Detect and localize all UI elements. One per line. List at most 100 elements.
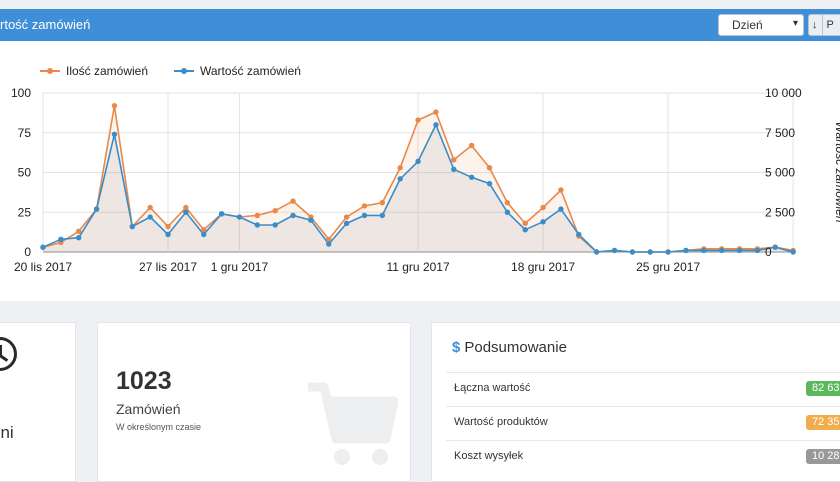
data-point — [111, 131, 118, 138]
data-point — [486, 180, 493, 187]
x-tick-label: 18 gru 2017 — [511, 260, 575, 274]
chart-panel: 0 0 25 2 500 50 5 000 75 7 500 100 10 000 20 lis 2… — [0, 41, 840, 301]
right-tick-label: 0 — [765, 245, 772, 259]
data-point — [576, 231, 582, 238]
data-point — [308, 217, 314, 223]
period-select[interactable]: Dzień ▾ — [718, 14, 804, 36]
data-point — [486, 165, 493, 171]
data-point — [540, 219, 546, 225]
left-tick-label: 0 — [24, 245, 31, 259]
panel-title: rtość zamówień — [0, 17, 91, 32]
data-point — [629, 249, 636, 255]
data-point — [451, 166, 457, 173]
summary-title: $ Podsumowanie — [452, 339, 567, 356]
data-point — [183, 209, 189, 215]
data-point — [718, 247, 725, 254]
summary-row-value: 82 63 — [806, 381, 840, 396]
data-point — [611, 247, 618, 254]
orders-count: 1023 — [116, 367, 172, 395]
data-point — [522, 220, 528, 227]
summary-row-label: Łączna wartość — [454, 382, 531, 394]
dollar-icon: $ — [452, 339, 461, 356]
left-tick-label: 25 — [18, 205, 32, 219]
data-point — [165, 223, 171, 230]
data-point — [218, 211, 225, 217]
right-tick-label: 5 000 — [765, 166, 795, 180]
data-point — [254, 222, 261, 228]
right-tick-label: 2 500 — [765, 205, 795, 219]
data-point — [361, 212, 368, 219]
clock-icon — [0, 337, 17, 371]
data-point — [326, 236, 332, 242]
data-point — [147, 214, 153, 220]
period-days-text: dni — [0, 423, 14, 442]
data-point — [736, 247, 743, 254]
data-point — [343, 220, 350, 227]
data-point — [397, 176, 403, 182]
data-point — [415, 117, 421, 123]
shopping-cart-icon — [308, 382, 398, 465]
legend-series2: Wartość zamówień — [200, 64, 301, 78]
data-point — [790, 249, 796, 255]
data-point — [40, 244, 46, 250]
data-point — [379, 212, 386, 219]
data-point — [111, 103, 118, 109]
data-point — [76, 234, 82, 241]
orders-label: Zamówień — [116, 401, 181, 417]
x-tick-label: 20 lis 2017 — [14, 260, 72, 274]
data-point — [397, 165, 403, 171]
data-point — [772, 244, 778, 250]
data-point — [701, 247, 707, 254]
data-point — [290, 212, 296, 219]
export-button-label: P — [826, 19, 834, 31]
data-point — [290, 198, 296, 204]
data-point — [58, 236, 64, 242]
summary-row-label: Koszt wysyłek — [454, 450, 524, 462]
data-point — [647, 249, 653, 255]
data-point — [558, 206, 564, 212]
data-point — [468, 174, 475, 180]
data-point — [165, 231, 171, 238]
summary-row-value: 72 35 — [806, 415, 840, 430]
left-tick-label: 75 — [18, 126, 32, 140]
legend-series1: Ilość zamówień — [66, 64, 148, 78]
orders-chart: 0 0 25 2 500 50 5 000 75 7 500 100 10 000 20 lis 2… — [11, 64, 840, 274]
x-tick-label: 1 gru 2017 — [211, 260, 269, 274]
export-button[interactable]: ↓ P — [808, 14, 840, 36]
data-point — [451, 157, 457, 163]
data-point — [433, 109, 439, 115]
data-point — [183, 204, 189, 211]
left-tick-label: 100 — [11, 86, 31, 100]
data-point — [201, 227, 207, 233]
summary-row-products: Wartość produktów 72 35 — [446, 406, 840, 440]
period-select-value: Dzień — [732, 18, 763, 32]
data-point — [201, 231, 207, 238]
right-tick-label: 7 500 — [765, 126, 795, 140]
data-point — [468, 142, 475, 149]
summary-row-label: Wartość produktów — [454, 416, 548, 428]
data-point — [504, 200, 511, 206]
summary-title-text: Podsumowanie — [464, 339, 567, 356]
data-point — [272, 222, 278, 228]
data-point — [129, 223, 135, 230]
header-bar: rtość zamówień Dzień ▾ ↓ P — [0, 9, 840, 41]
period-card: dni — [0, 322, 76, 482]
x-tick-label: 27 lis 2017 — [139, 260, 197, 274]
chevron-down-icon: ▾ — [792, 18, 798, 29]
data-point — [593, 249, 600, 255]
summary-row-shipping: Koszt wysyłek 10 28 — [446, 440, 840, 474]
data-point — [147, 204, 153, 211]
data-point — [522, 227, 528, 233]
data-point — [540, 204, 546, 211]
data-point — [236, 214, 243, 220]
data-point — [272, 207, 278, 214]
x-tick-label: 11 gru 2017 — [386, 260, 449, 274]
data-point — [379, 200, 386, 206]
summary-row-value: 10 28 — [806, 449, 840, 464]
right-axis-title: Wartość zamówień — [833, 121, 840, 222]
data-point — [93, 206, 100, 212]
data-point — [361, 203, 368, 209]
data-point — [683, 247, 689, 254]
data-point — [76, 228, 82, 235]
orders-sublabel: W określonym czasie — [116, 422, 202, 432]
